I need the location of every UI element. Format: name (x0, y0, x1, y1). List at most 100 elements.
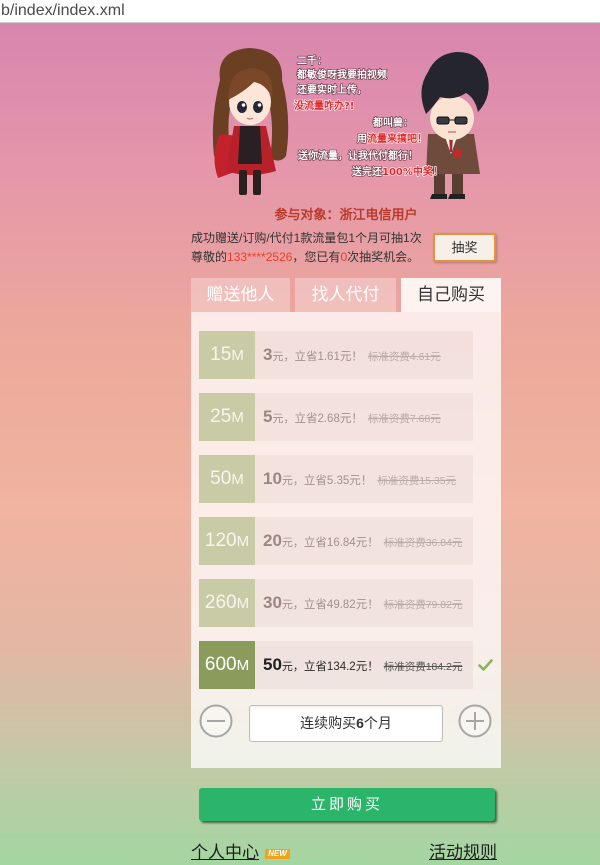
package-price: 20 (263, 531, 282, 550)
package-size-value: 15 (210, 344, 232, 365)
girl-line-3: 没流量咋办?! (294, 99, 354, 112)
package-size-unit: M (231, 471, 244, 488)
duration-suffix: 个月 (363, 715, 392, 731)
package-option[interactable]: 260M 30元，立省49.82元！ 标准资费79.82元 (199, 579, 473, 627)
package-saving: 立省49.82元！ (303, 599, 379, 611)
girl-character (212, 48, 289, 195)
greeting-suffix: 次抽奖机会。 (347, 250, 420, 264)
girl-line-1: 都敏俊呀我要拍视频 (296, 68, 387, 81)
girl-speaker-name: 二千： (297, 54, 327, 67)
guy-line-3: 送完还100%中奖！ (351, 165, 443, 178)
duration-prefix: 连续购买 (300, 715, 357, 731)
package-size-unit: M (236, 595, 250, 612)
address-url[interactable]: b/index/index.xml (1, 1, 125, 21)
guy-line-1-highlight: 流量来搞吧！ (367, 132, 427, 145)
tab-gift-others[interactable]: 赠送他人 (191, 278, 290, 312)
package-price-unit: 元， (281, 599, 304, 611)
package-price-info: 30元，立省49.82元！ 标准资费79.82元 (263, 579, 471, 627)
package-size-unit: M (236, 657, 250, 674)
package-saving: 立省5.35元！ (303, 475, 373, 487)
guy-glasses-right (454, 116, 468, 125)
greeting-mid: ，您已有 (292, 250, 341, 264)
package-size-badge: 260M (199, 579, 255, 627)
package-size-unit: M (231, 347, 244, 364)
package-option[interactable]: 25M 5元，立省2.68元！ 标准资费7.68元 (199, 393, 473, 441)
package-size-badge: 600M (199, 641, 255, 689)
duration-months: 6 (356, 715, 364, 731)
guy-line-3-highlight: 100%中奖！ (382, 165, 443, 178)
package-size-value: 600 (204, 654, 237, 675)
package-option[interactable]: 600M 50元，立省134.2元！ 标准资费184.2元 (199, 641, 493, 689)
greeting-prefix: 尊敬的 (191, 250, 228, 264)
package-size-value: 25 (210, 406, 232, 427)
package-standard-price: 标准资费7.68元 (367, 413, 441, 425)
personal-center-link[interactable]: 个人中心 (191, 843, 259, 863)
package-size-unit: M (231, 409, 244, 426)
girl-eye-highlight (241, 103, 246, 107)
package-panel: 15M 3元，立省1.61元！ 标准资费4.61元 25M 5元，立省2.68元！… (191, 312, 501, 768)
participant-target: 参与对象：浙江电信用户 (274, 207, 418, 222)
girl-eye-highlight (257, 103, 262, 107)
package-standard-price: 标准资费36.84元 (383, 537, 463, 549)
package-option[interactable]: 120M 20元，立省16.84元！ 标准资费36.84元 (199, 517, 473, 565)
plus-circle-icon[interactable] (458, 704, 492, 738)
package-price-info: 10元，立省5.35元！ 标准资费15.35元 (263, 455, 471, 503)
guy-phone (453, 150, 462, 157)
buy-now-button[interactable]: 立即购买 (199, 788, 495, 821)
girl-eye-left (237, 101, 247, 113)
package-price-unit: 元， (272, 351, 295, 363)
package-option[interactable]: 50M 10元，立省5.35元！ 标准资费15.35元 (199, 455, 473, 503)
activity-rules-link[interactable]: 活动规则 (429, 843, 497, 863)
check-icon (478, 659, 493, 671)
package-price-unit: 元， (281, 537, 304, 549)
browser-address-bar[interactable]: b/index/index.xml (0, 0, 600, 23)
guy-line-1: 用流量来搞吧！ (356, 132, 427, 145)
package-standard-price: 标准资费4.61元 (367, 351, 441, 363)
package-option[interactable]: 15M 3元，立省1.61元！ 标准资费4.61元 (199, 331, 473, 379)
package-standard-price: 标准资费79.82元 (383, 599, 463, 611)
girl-corset (238, 126, 262, 164)
guy-line-3-prefix: 送完还 (351, 165, 383, 178)
package-price-info: 5元，立省2.68元！ 标准资费7.68元 (263, 393, 471, 441)
girl-boot-left (239, 170, 247, 195)
girl-boot-right (253, 170, 261, 195)
package-size-badge: 25M (199, 393, 255, 441)
guy-line-2: 送你流量，让我代付都行！ (297, 149, 418, 162)
package-price-unit: 元， (281, 661, 304, 673)
package-price: 10 (263, 469, 282, 488)
package-price: 30 (263, 593, 282, 612)
minus-circle-icon[interactable] (199, 704, 233, 738)
package-size-value: 50 (210, 468, 232, 489)
package-size-unit: M (236, 533, 250, 550)
lottery-button[interactable]: 抽奖 (433, 233, 496, 262)
guy-shoe-right (448, 194, 465, 199)
lottery-rule-text: 成功赠送/订购/代付1款流量包1个月可抽1次 (191, 231, 422, 245)
package-price-info: 50元，立省134.2元！ 标准资费184.2元 (263, 641, 471, 689)
package-saving: 立省134.2元！ (303, 661, 379, 673)
package-size-value: 120 (204, 530, 237, 551)
guy-speaker-name: 都叫兽： (372, 116, 413, 129)
guy-face (430, 96, 474, 140)
package-standard-price: 标准资费15.35元 (377, 475, 457, 487)
package-standard-price: 标准资费184.2元 (383, 661, 463, 673)
guy-glasses-left (436, 116, 450, 125)
package-size-badge: 50M (199, 455, 255, 503)
guy-shoe-left (430, 194, 447, 199)
package-saving: 立省2.68元！ (294, 413, 363, 425)
speech-text: 二千： 都敏俊呀我要拍视频 还要实时上传， 没流量咋办?! 都叫兽： 用流量来搞… (293, 53, 443, 178)
lottery-chance-text: 尊敬的133****2526，您已有0次抽奖机会。 (191, 249, 419, 265)
package-size-value: 260 (204, 592, 237, 613)
package-price-info: 3元，立省1.61元！ 标准资费4.61元 (263, 331, 471, 379)
promo-illustration: 二千： 都敏俊呀我要拍视频 还要实时上传， 没流量咋办?! 都叫兽： 用流量来搞… (212, 48, 489, 199)
duration-display[interactable]: 连续购买6个月 (249, 705, 443, 742)
package-price: 50 (263, 655, 282, 674)
tab-ask-to-pay[interactable]: 找人代付 (295, 278, 396, 312)
guy-line-1-prefix: 用 (356, 133, 367, 145)
package-price-info: 20元，立省16.84元！ 标准资费36.84元 (263, 517, 471, 565)
package-saving: 立省1.61元！ (294, 351, 363, 363)
new-badge: NEW (265, 849, 290, 859)
package-price-unit: 元， (281, 475, 304, 487)
package-saving: 立省16.84元！ (303, 537, 379, 549)
tab-buy-self[interactable]: 自己购买 (401, 278, 501, 312)
user-phone: 133****2526 (227, 250, 293, 264)
